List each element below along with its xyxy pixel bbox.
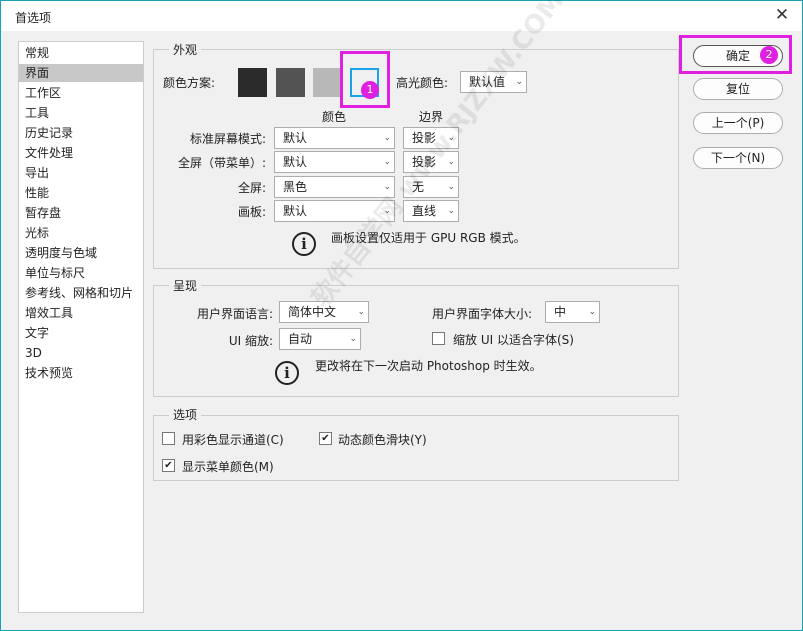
- checkmark-icon: ✔: [164, 460, 172, 471]
- title-bar: 首选项 ✕: [1, 1, 802, 31]
- color-scheme-label: 颜色方案:: [163, 74, 215, 91]
- annotation-highlight-swatch: [340, 51, 390, 108]
- row-label-full-screen-menu: 全屏（带菜单）:: [161, 154, 266, 171]
- sidebar-item-plugins[interactable]: 增效工具: [19, 304, 143, 322]
- chevron-down-icon: ⌄: [383, 128, 391, 148]
- sidebar-item-performance[interactable]: 性能: [19, 184, 143, 202]
- menu-colors-checkbox[interactable]: ✔: [162, 459, 175, 472]
- prev-button[interactable]: 上一个(P): [693, 112, 783, 134]
- preferences-dialog: 首选项 ✕ 常规 界面 工作区 工具 历史记录 文件处理 导出 性能 暂存盘 光…: [0, 0, 803, 631]
- highlight-color-label: 高光颜色:: [396, 74, 448, 91]
- chevron-down-icon: ⌄: [349, 329, 357, 349]
- sidebar-item-units[interactable]: 单位与标尺: [19, 264, 143, 282]
- scale-ui-to-font-checkbox[interactable]: [432, 332, 445, 345]
- window-title: 首选项: [15, 9, 51, 26]
- chevron-down-icon: ⌄: [383, 152, 391, 172]
- select-value: 默认: [283, 131, 307, 145]
- sidebar-item-scratch-disks[interactable]: 暂存盘: [19, 204, 143, 222]
- sidebar-item-tools[interactable]: 工具: [19, 104, 143, 122]
- restart-info-text: 更改将在下一次启动 Photoshop 时生效。: [315, 357, 542, 374]
- dynamic-sliders-checkbox[interactable]: ✔: [319, 432, 332, 445]
- ui-scaling-select[interactable]: 自动 ⌄: [279, 328, 361, 350]
- sidebar-item-workspace[interactable]: 工作区: [19, 84, 143, 102]
- dynamic-sliders-label: 动态颜色滑块(Y): [338, 431, 427, 448]
- color-scheme-swatch-darkest[interactable]: [238, 68, 267, 97]
- sidebar-item-file-handling[interactable]: 文件处理: [19, 144, 143, 162]
- reset-button[interactable]: 复位: [693, 78, 783, 100]
- row-label-artboard: 画板:: [161, 203, 266, 220]
- select-value: 自动: [288, 332, 312, 346]
- sidebar-item-type[interactable]: 文字: [19, 324, 143, 342]
- presentation-legend: 呈现: [169, 277, 201, 294]
- chevron-down-icon: ⌄: [357, 302, 365, 322]
- ui-font-size-label: 用户界面字体大小:: [432, 305, 532, 322]
- sidebar-item-transparency[interactable]: 透明度与色域: [19, 244, 143, 262]
- sidebar-item-general[interactable]: 常规: [19, 44, 143, 62]
- appearance-legend: 外观: [169, 41, 201, 58]
- select-value: 黑色: [283, 180, 307, 194]
- select-value: 默认: [283, 155, 307, 169]
- menu-colors-label: 显示菜单颜色(M): [182, 458, 274, 475]
- color-channels-checkbox[interactable]: [162, 432, 175, 445]
- close-icon[interactable]: ✕: [772, 5, 792, 25]
- checkmark-icon: ✔: [321, 433, 329, 444]
- sidebar-item-cursors[interactable]: 光标: [19, 224, 143, 242]
- select-value: 中: [554, 305, 566, 319]
- options-legend: 选项: [169, 406, 201, 423]
- info-icon: i: [292, 232, 316, 256]
- info-icon: i: [275, 361, 299, 385]
- chevron-down-icon: ⌄: [447, 177, 455, 197]
- ui-font-size-select[interactable]: 中⌄: [545, 301, 600, 323]
- row-label-standard-screen: 标准屏幕模式:: [161, 130, 266, 147]
- color-scheme-swatch-dark[interactable]: [276, 68, 305, 97]
- full-screen-menu-color-select[interactable]: 默认 ⌄: [274, 151, 395, 173]
- category-sidebar: 常规 界面 工作区 工具 历史记录 文件处理 导出 性能 暂存盘 光标 透明度与…: [18, 41, 144, 613]
- sidebar-item-guides[interactable]: 参考线、网格和切片: [19, 284, 143, 302]
- sidebar-item-export[interactable]: 导出: [19, 164, 143, 182]
- sidebar-item-3d[interactable]: 3D: [19, 344, 143, 362]
- ui-language-label: 用户界面语言:: [171, 305, 273, 322]
- next-button[interactable]: 下一个(N): [693, 147, 783, 169]
- select-value: 直线: [412, 204, 436, 218]
- select-value: 默认: [283, 204, 307, 218]
- annotation-badge-2: 2: [760, 46, 778, 64]
- sidebar-item-history[interactable]: 历史记录: [19, 124, 143, 142]
- sidebar-item-tech-previews[interactable]: 技术预览: [19, 364, 143, 382]
- ui-scaling-label: UI 缩放:: [171, 332, 273, 349]
- column-header-color: 颜色: [322, 108, 346, 125]
- color-scheme-swatch-light[interactable]: [313, 68, 342, 97]
- scale-ui-to-font-label: 缩放 UI 以适合字体(S): [453, 331, 574, 348]
- color-channels-label: 用彩色显示通道(C): [182, 431, 284, 448]
- annotation-badge-1: 1: [361, 81, 379, 99]
- standard-screen-color-select[interactable]: 默认 ⌄: [274, 127, 395, 149]
- sidebar-item-interface[interactable]: 界面: [19, 64, 143, 82]
- chevron-down-icon: ⌄: [447, 201, 455, 221]
- row-label-full-screen: 全屏:: [161, 179, 266, 196]
- chevron-down-icon: ⌄: [588, 302, 596, 322]
